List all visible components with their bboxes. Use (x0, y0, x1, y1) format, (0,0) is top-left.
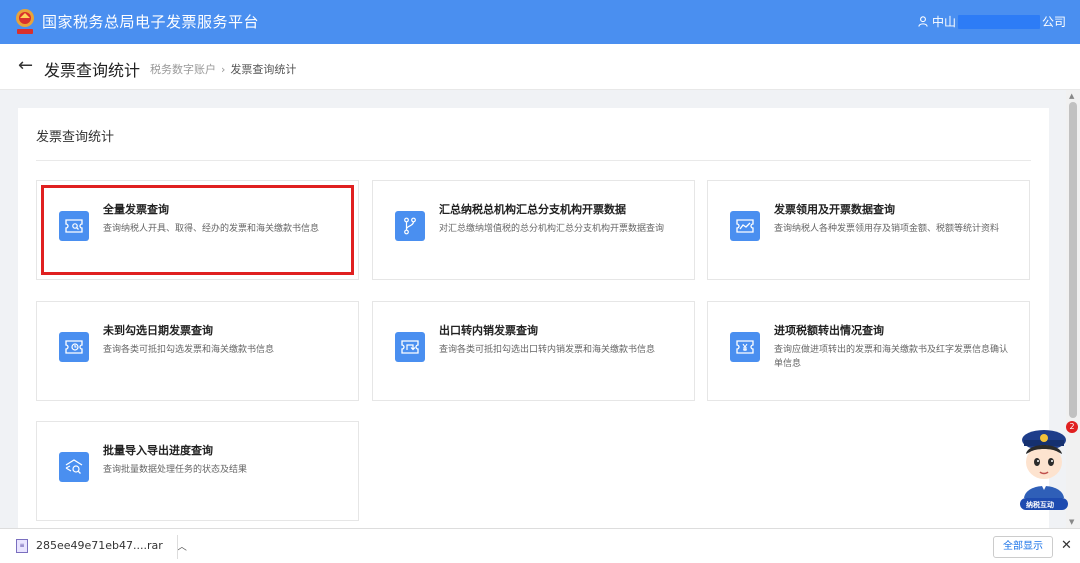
tax-emblem-logo (16, 9, 34, 34)
card-title: 出口转内销发票查询 (439, 324, 538, 337)
card-desc: 对汇总缴纳增值税的总分机构汇总分支机构开票数据查询 (439, 224, 665, 234)
page-header: ← 发票查询统计 税务数字账户 › 发票查询统计 (0, 44, 1080, 90)
card-title: 进项税额转出情况查询 (774, 324, 884, 337)
breadcrumb-item[interactable]: 税务数字账户 (150, 63, 216, 76)
card-batch-progress-query[interactable]: 批量导入导出进度查询 查询批量数据处理任务的状态及结果 (36, 421, 359, 521)
card-full-invoice-query[interactable]: 全量发票查询 查询纳税人开具、取得、经办的发票和海关缴款书信息 (36, 180, 359, 280)
page-title: 发票查询统计 (44, 61, 141, 80)
rar-file-icon: ≡ (16, 538, 28, 553)
card-desc: 查询应做进项转出的发票和海关缴款书及红字发票信息确认单信息 (774, 345, 1009, 369)
scrollbar-thumb[interactable] (1069, 102, 1077, 418)
assistant-label: 纳税互动 (1026, 501, 1054, 509)
divider (36, 160, 1031, 161)
yen-ticket-icon (730, 332, 760, 362)
divider (177, 535, 178, 559)
card-desc: 查询批量数据处理任务的状态及结果 (103, 465, 248, 475)
card-export-domestic-query[interactable]: 出口转内销发票查询 查询各类可抵扣勾选出口转内销发票和海关缴款书信息 (372, 301, 695, 401)
user-account[interactable]: 中山 公司 (918, 13, 1066, 30)
back-arrow-icon[interactable]: ← (18, 55, 33, 76)
trend-chart-icon (730, 211, 760, 241)
download-file-name: 285ee49e71eb47....rar (36, 539, 163, 552)
breadcrumb-separator: › (221, 63, 226, 76)
scroll-down-arrow-icon[interactable]: ▼ (1069, 518, 1074, 526)
download-bar: ≡ 285ee49e71eb47....rar ︿ 全部显示 ✕ (0, 528, 1080, 563)
card-desc: 查询纳税人各种发票领用存及销项金额、税额等统计资料 (774, 224, 1000, 234)
card-desc: 查询各类可抵扣勾选出口转内销发票和海关缴款书信息 (439, 345, 656, 355)
breadcrumb-current: 发票查询统计 (230, 63, 297, 76)
card-title: 批量导入导出进度查询 (103, 444, 213, 457)
chevron-up-icon[interactable]: ︿ (177, 538, 187, 553)
invoice-search-icon (59, 211, 89, 241)
notification-badge: 2 (1066, 421, 1078, 433)
redacted-name (957, 14, 1040, 29)
query-panel: 发票查询统计 全量发票查询 查询纳税人开具、取得、经办的发票和海关缴款书信息 汇… (18, 108, 1049, 528)
user-icon (918, 16, 928, 27)
breadcrumb: 税务数字账户 › 发票查询统计 (150, 61, 296, 77)
card-branch-summary-query[interactable]: 汇总纳税总机构汇总分支机构开票数据 对汇总缴纳增值税的总分机构汇总分支机构开票数… (372, 180, 695, 280)
card-title: 未到勾选日期发票查询 (103, 324, 213, 337)
user-name-prefix: 中山 (931, 15, 956, 29)
card-desc: 查询纳税人开具、取得、经办的发票和海关缴款书信息 (103, 224, 320, 234)
panel-title: 发票查询统计 (36, 130, 115, 145)
branch-icon (395, 211, 425, 241)
top-bar: 国家税务总局电子发票服务平台 中山 公司 (0, 0, 1080, 44)
card-title: 汇总纳税总机构汇总分支机构开票数据 (439, 203, 626, 216)
card-invoice-usage-query[interactable]: 发票领用及开票数据查询 查询纳税人各种发票领用存及销项金额、税额等统计资料 (707, 180, 1030, 280)
show-all-button[interactable]: 全部显示 (993, 536, 1053, 558)
user-name-suffix: 公司 (1041, 15, 1066, 29)
card-title: 发票领用及开票数据查询 (774, 203, 895, 216)
scroll-up-arrow-icon[interactable]: ▲ (1069, 92, 1074, 100)
card-desc: 查询各类可抵扣勾选发票和海关缴款书信息 (103, 345, 275, 355)
app-title: 国家税务总局电子发票服务平台 (42, 13, 260, 31)
card-input-tax-transfer-query[interactable]: 进项税额转出情况查询 查询应做进项转出的发票和海关缴款书及红字发票信息确认单信息 (707, 301, 1030, 401)
tax-assistant-widget[interactable]: 纳税互动 (1016, 422, 1072, 514)
card-pending-date-query[interactable]: 未到勾选日期发票查询 查询各类可抵扣勾选发票和海关缴款书信息 (36, 301, 359, 401)
batch-search-icon (59, 452, 89, 482)
download-item[interactable]: ≡ 285ee49e71eb47....rar ︿ (16, 538, 187, 553)
clock-ticket-icon (59, 332, 89, 362)
close-icon[interactable]: ✕ (1061, 538, 1072, 553)
card-title: 全量发票查询 (103, 203, 169, 216)
export-return-icon (395, 332, 425, 362)
